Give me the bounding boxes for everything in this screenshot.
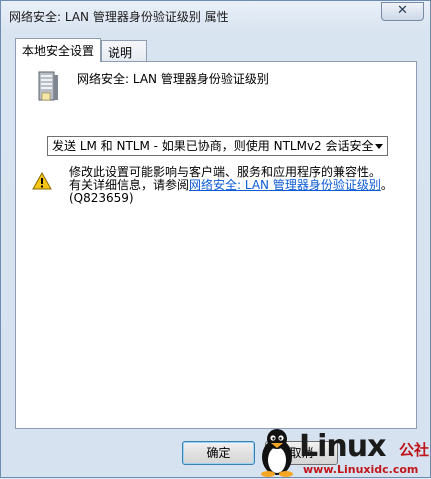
dropdown-selected-value: 发送 LM 和 NTLM - 如果已协商，则使用 NTLMv2 会话安全 (52, 139, 374, 153)
policy-help-link[interactable]: 网络安全: LAN 管理器身份验证级别 (189, 178, 381, 192)
close-button[interactable]: ✕ (381, 2, 424, 21)
warning-suffix: 。 (380, 178, 393, 192)
warning-kb-reference: (Q823659) (69, 191, 134, 205)
properties-dialog: 网络安全: LAN 管理器身份验证级别 属性 ✕ 本地安全设置 说明 网络安全:… (0, 0, 431, 478)
penguin-logo-icon (261, 429, 293, 477)
title-bar[interactable]: 网络安全: LAN 管理器身份验证级别 属性 ✕ (1, 1, 430, 31)
window-title: 网络安全: LAN 管理器身份验证级别 属性 (9, 10, 229, 24)
policy-title: 网络安全: LAN 管理器身份验证级别 (77, 72, 269, 86)
linuxidc-watermark: Linux 公社 www.Linuxidc.com (255, 427, 431, 479)
chevron-down-icon[interactable] (375, 144, 383, 149)
warning-prefix: 有关详细信息，请参阅 (69, 178, 190, 192)
warning-icon (32, 172, 52, 190)
watermark-url: www.Linuxidc.com (303, 463, 419, 476)
compatibility-warning: 修改此设置可能影响与客户端、服务和应用程序的兼容性。 有关详细信息，请参阅网络安… (69, 166, 414, 205)
tab-local-security-setting[interactable]: 本地安全设置 (15, 38, 101, 62)
authentication-level-dropdown[interactable]: 发送 LM 和 NTLM - 如果已协商，则使用 NTLMv2 会话安全 (47, 136, 388, 156)
watermark-word: Linux (299, 429, 386, 464)
tab-panel: 网络安全: LAN 管理器身份验证级别 发送 LM 和 NTLM - 如果已协商… (15, 61, 417, 429)
tab-explain[interactable]: 说明 (101, 40, 147, 61)
watermark-cn: 公社 (399, 441, 430, 459)
ok-button[interactable]: 确定 (182, 441, 255, 465)
server-policy-icon (38, 71, 58, 101)
